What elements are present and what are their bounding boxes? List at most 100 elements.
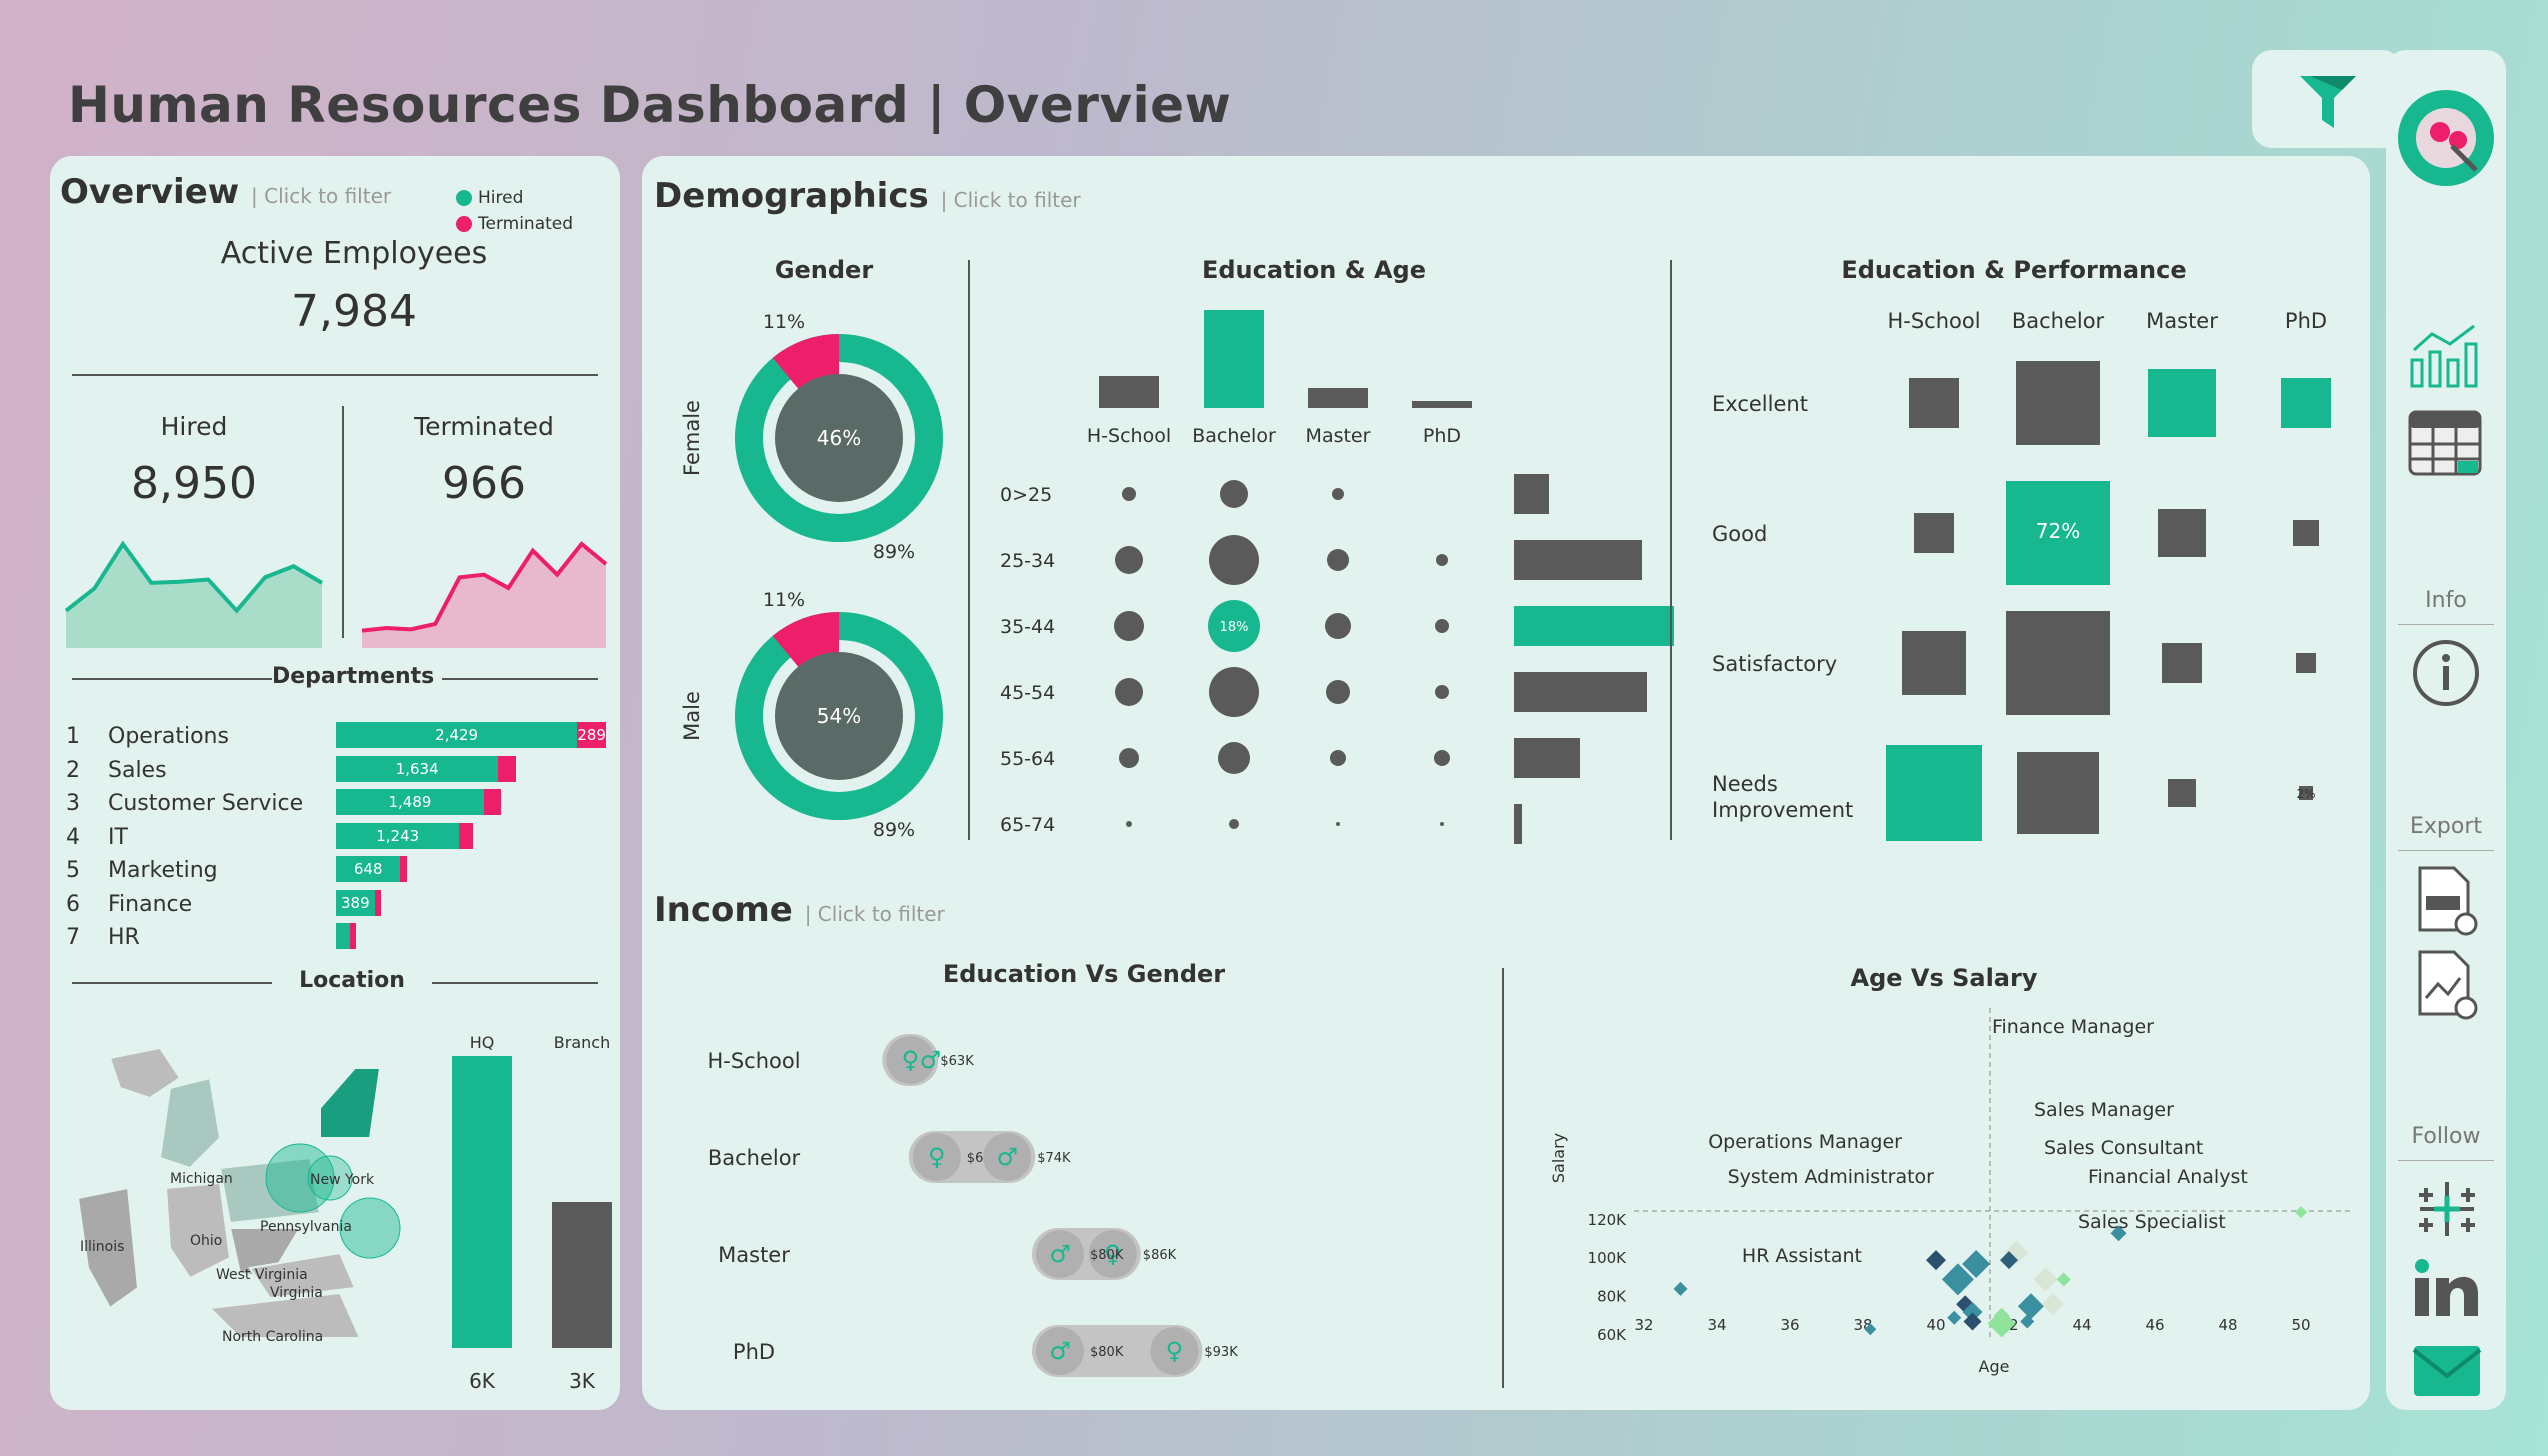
- salary-point: [2033, 1267, 2058, 1292]
- job-label: Sales Specialist: [2078, 1211, 2226, 1233]
- education-age-bubble: [1220, 480, 1248, 508]
- table-icon[interactable]: [2406, 408, 2486, 478]
- education-gender-title: Education Vs Gender: [942, 960, 1226, 988]
- location-label: Location: [299, 968, 405, 993]
- education-age-bubble: [1434, 750, 1450, 766]
- age-group-label: 25-34: [1000, 550, 1055, 572]
- gender-label: Female: [680, 400, 704, 476]
- female-income-label: $63K: [940, 1054, 974, 1069]
- department-terminated-bar[interactable]: [498, 755, 517, 782]
- gender-title: Gender: [774, 256, 874, 284]
- education-row-label: Master: [718, 1243, 790, 1267]
- y-tick-label: 120K: [1588, 1211, 1628, 1229]
- performance-square: [2006, 611, 2110, 715]
- funnel-icon: [2300, 76, 2356, 128]
- hired-value: 8,950: [131, 458, 257, 509]
- female-icon: ♀: [928, 1143, 946, 1171]
- education-bar: [1308, 388, 1368, 408]
- age-group-bar: [1514, 606, 1674, 646]
- divider: [968, 260, 970, 840]
- education-label: Master: [1306, 425, 1371, 447]
- education-performance-chart[interactable]: H-School Bachelor Master PhD Excellent Good Sa…: [1684, 288, 2364, 848]
- education-age-bubble: [1122, 487, 1136, 501]
- performance-square: [1914, 513, 1954, 553]
- info-label: Info: [2425, 588, 2467, 613]
- education-bar: [1099, 376, 1159, 408]
- terminated-trend-chart[interactable]: [360, 528, 608, 648]
- female-income-label: $86K: [1143, 1248, 1177, 1263]
- filter-button[interactable]: [2252, 50, 2402, 148]
- email-icon[interactable]: [2412, 1344, 2482, 1398]
- salary-point: [2056, 1272, 2071, 1287]
- department-terminated-bar[interactable]: [483, 789, 501, 815]
- department-terminated-bar[interactable]: [349, 923, 356, 949]
- department-rank: 7: [66, 925, 80, 950]
- divider: [72, 982, 272, 984]
- gender-donut-chart[interactable]: 46% 11% 89% Female 54% 11% 89% Male: [664, 298, 964, 858]
- department-hired-bar[interactable]: [336, 923, 350, 949]
- department-hired-value: 1,243: [376, 826, 420, 845]
- education-gender-chart[interactable]: H-School♀$63K♂Bachelor♀$66K♂$74KMaster♀$…: [654, 998, 1514, 1398]
- income-heading[interactable]: Income | Click to filter: [654, 890, 945, 930]
- page-title: Human Resources Dashboard | Overview: [68, 76, 1232, 134]
- departments-label: Departments: [272, 664, 435, 689]
- state-shape: [319, 1067, 382, 1139]
- job-label: System Administrator: [1728, 1166, 1935, 1188]
- x-tick-label: 32: [1634, 1316, 1653, 1334]
- y-tick-label: 80K: [1597, 1288, 1627, 1306]
- profile-icon[interactable]: [2396, 88, 2496, 188]
- performance-label: Good: [1712, 522, 1767, 546]
- age-salary-chart[interactable]: 32343638404244464850120K100K80K60KAgeSal…: [1514, 998, 2364, 1398]
- x-axis-label: Age: [1979, 1357, 2010, 1376]
- divider: [442, 678, 598, 680]
- legend-terminated[interactable]: Terminated: [456, 214, 573, 234]
- export-image-icon[interactable]: [2414, 948, 2480, 1020]
- map-label-west-virginia: West Virginia: [216, 1267, 308, 1283]
- donut-hired-pct: 89%: [873, 541, 915, 563]
- linkedin-icon[interactable]: [2412, 1258, 2482, 1318]
- department-terminated-bar[interactable]: [459, 822, 474, 849]
- department-terminated-bar[interactable]: [400, 856, 408, 882]
- tableau-icon[interactable]: [2412, 1174, 2482, 1244]
- divider: [2398, 624, 2494, 625]
- department-name: Customer Service: [108, 791, 304, 816]
- map-label-pennsylvania: Pennsylvania: [260, 1219, 352, 1235]
- performance-square: [2017, 752, 2099, 834]
- legend-hired[interactable]: Hired: [456, 188, 523, 208]
- performance-square: [1902, 631, 1966, 695]
- info-icon[interactable]: [2411, 638, 2481, 708]
- education-bar: [1204, 310, 1264, 408]
- job-label: Finance Manager: [1992, 1016, 2154, 1038]
- performance-square: [2293, 520, 2319, 546]
- divider: [342, 406, 344, 638]
- salary-point: [1673, 1281, 1688, 1296]
- state-shape: [164, 1181, 232, 1280]
- department-hired-value: 1,489: [388, 793, 432, 811]
- x-tick-label: 50: [2291, 1316, 2310, 1334]
- divider: [72, 678, 272, 680]
- male-income-label: $80K: [1090, 1345, 1124, 1360]
- education-age-bubble: [1325, 613, 1351, 639]
- education-age-bubble: [1126, 821, 1132, 827]
- export-pdf-icon[interactable]: [2414, 864, 2480, 936]
- department-rank: 4: [66, 824, 80, 850]
- location-bar-chart[interactable]: HQ 6K Branch 3K: [434, 1018, 614, 1408]
- donut-center-pct: 54%: [817, 704, 861, 728]
- location-bar-label: Branch: [554, 1033, 610, 1052]
- education-age-bubble: [1119, 748, 1139, 768]
- job-label: Sales Consultant: [2044, 1137, 2203, 1159]
- department-terminated-value: 289: [577, 726, 606, 744]
- education-age-chart[interactable]: H-School Bachelor Master PhD 0>25 25-34 35-44 1…: [974, 288, 1674, 848]
- education-row-label: Bachelor: [708, 1146, 801, 1170]
- demographics-heading[interactable]: Demographics | Click to filter: [654, 176, 1081, 216]
- overview-heading[interactable]: Overview | Click to filter: [60, 172, 391, 212]
- location-bar: [452, 1056, 512, 1348]
- line-chart-icon[interactable]: [2406, 320, 2486, 390]
- male-icon: ♂: [1049, 1337, 1071, 1365]
- department-hired-value: 2,429: [435, 726, 479, 744]
- performance-square: [2016, 361, 2100, 445]
- female-icon: ♀: [1166, 1337, 1184, 1365]
- hired-trend-chart[interactable]: [64, 528, 324, 648]
- department-terminated-bar[interactable]: [374, 889, 381, 916]
- location-map[interactable]: Michigan New York Illinois Ohio Pennsylv…: [70, 1038, 410, 1378]
